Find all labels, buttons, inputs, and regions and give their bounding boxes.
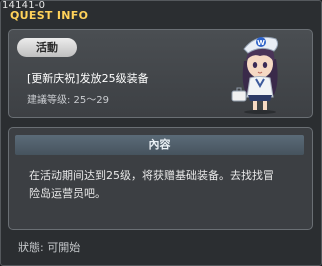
quest-name: [更新庆祝]发放25级装备 [27,72,149,85]
npc-operator-portrait: W [231,36,279,114]
level-requirement: 建議等级: 25～29 [27,95,109,106]
quest-description: 在活动期间达到25级，将获赠基础装备。去找找冒 险岛运营员吧。 [29,167,301,203]
description-line-1: 在活动期间达到25级，将获赠基础装备。去找找冒 [29,169,274,182]
svg-text:W: W [257,39,265,47]
window-title: QUEST INFO [10,9,89,22]
content-header: 內容 [15,135,304,155]
description-line-2: 险岛运营员吧。 [29,187,106,200]
quest-status: 狀態: 可開始 [18,241,81,254]
quest-category-badge: 活動 [17,38,77,57]
